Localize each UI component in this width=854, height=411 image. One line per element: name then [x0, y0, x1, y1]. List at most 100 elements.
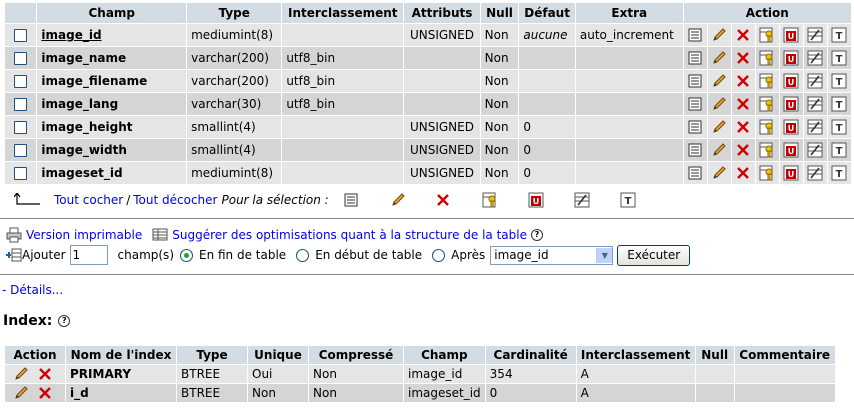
fulltext-icon[interactable]: T	[831, 50, 847, 66]
drop-action[interactable]	[731, 139, 755, 161]
index-action[interactable]	[803, 24, 827, 46]
unique-icon[interactable]: U	[783, 96, 799, 112]
edit-icon[interactable]	[711, 73, 727, 89]
primary-key-action[interactable]	[755, 24, 779, 46]
fulltext-icon[interactable]: T	[831, 142, 847, 158]
index-icon[interactable]	[807, 96, 823, 112]
fulltext-icon[interactable]: T	[831, 119, 847, 135]
edit-icon[interactable]	[711, 50, 727, 66]
bulk-unique-icon[interactable]: U	[528, 192, 544, 208]
index-action[interactable]	[803, 139, 827, 161]
primary-key-icon[interactable]	[759, 96, 775, 112]
drop-action[interactable]	[731, 24, 755, 46]
print-view-link[interactable]: Version imprimable	[26, 228, 142, 242]
primary-key-action[interactable]	[755, 116, 779, 138]
drop-icon[interactable]	[37, 366, 53, 382]
row-checkbox[interactable]	[14, 98, 28, 111]
fulltext-action[interactable]: T	[827, 24, 851, 46]
index-action[interactable]	[803, 116, 827, 138]
browse-action[interactable]	[683, 162, 707, 184]
drop-action[interactable]	[731, 47, 755, 69]
row-checkbox-cell[interactable]	[5, 24, 37, 46]
fulltext-icon[interactable]: T	[831, 73, 847, 89]
index-icon[interactable]	[807, 142, 823, 158]
edit-action[interactable]	[707, 116, 731, 138]
at-beginning-label[interactable]: En début de table	[315, 248, 422, 262]
propose-structure-link[interactable]: Suggérer des optimisations quant à la st…	[172, 228, 527, 242]
index-icon[interactable]	[807, 165, 823, 181]
primary-key-icon[interactable]	[759, 119, 775, 135]
after-radio[interactable]	[432, 248, 446, 262]
index-action[interactable]	[803, 47, 827, 69]
index-action[interactable]	[803, 93, 827, 115]
unique-icon[interactable]: U	[783, 73, 799, 89]
bulk-drop-icon[interactable]	[435, 192, 451, 208]
fulltext-action[interactable]: T	[827, 139, 851, 161]
fulltext-action[interactable]: T	[827, 47, 851, 69]
edit-action[interactable]	[707, 93, 731, 115]
at-beginning-radio[interactable]	[296, 248, 310, 262]
execute-button[interactable]: Exécuter	[617, 244, 691, 266]
unique-action[interactable]: U	[779, 116, 803, 138]
browse-icon[interactable]	[687, 96, 703, 112]
fulltext-action[interactable]: T	[827, 70, 851, 92]
edit-icon[interactable]	[711, 165, 727, 181]
edit-icon[interactable]	[711, 119, 727, 135]
fulltext-action[interactable]: T	[827, 93, 851, 115]
unique-icon[interactable]: U	[783, 142, 799, 158]
edit-action[interactable]	[707, 24, 731, 46]
drop-icon[interactable]	[37, 385, 53, 401]
chevron-down-icon[interactable]: ▼	[596, 247, 613, 263]
drop-action[interactable]	[731, 93, 755, 115]
fulltext-icon[interactable]: T	[831, 96, 847, 112]
bulk-primary-key-icon[interactable]	[482, 192, 498, 208]
unique-icon[interactable]: U	[783, 165, 799, 181]
row-checkbox[interactable]	[14, 29, 28, 42]
row-checkbox[interactable]	[14, 144, 28, 157]
unique-action[interactable]: U	[779, 24, 803, 46]
drop-icon[interactable]	[735, 165, 751, 181]
index-action[interactable]	[803, 162, 827, 184]
index-icon[interactable]	[807, 27, 823, 43]
row-checkbox[interactable]	[14, 121, 28, 134]
fulltext-action[interactable]: T	[827, 162, 851, 184]
unique-action[interactable]: U	[779, 162, 803, 184]
header-champ[interactable]: Champ	[37, 3, 187, 23]
browse-icon[interactable]	[687, 50, 703, 66]
at-end-radio[interactable]	[180, 248, 193, 262]
edit-action[interactable]	[707, 139, 731, 161]
unique-action[interactable]: U	[779, 93, 803, 115]
browse-icon[interactable]	[687, 27, 703, 43]
drop-action[interactable]	[731, 70, 755, 92]
row-checkbox[interactable]	[14, 75, 28, 88]
primary-key-action[interactable]	[755, 93, 779, 115]
after-field-select[interactable]: image_id ▼	[490, 245, 614, 265]
row-checkbox[interactable]	[14, 52, 28, 65]
field-count-input[interactable]	[69, 245, 108, 265]
primary-key-icon[interactable]	[759, 73, 775, 89]
browse-icon[interactable]	[687, 119, 703, 135]
bulk-fulltext-icon[interactable]: T	[620, 192, 636, 208]
fulltext-action[interactable]: T	[827, 116, 851, 138]
drop-action[interactable]	[731, 116, 755, 138]
primary-key-icon[interactable]	[759, 142, 775, 158]
edit-icon[interactable]	[13, 385, 29, 401]
help-icon[interactable]: ?	[58, 315, 71, 327]
primary-key-icon[interactable]	[759, 50, 775, 66]
row-checkbox-cell[interactable]	[5, 93, 37, 115]
browse-action[interactable]	[683, 70, 707, 92]
edit-icon[interactable]	[711, 142, 727, 158]
browse-action[interactable]	[683, 47, 707, 69]
drop-icon[interactable]	[735, 27, 751, 43]
drop-icon[interactable]	[735, 119, 751, 135]
drop-icon[interactable]	[735, 50, 751, 66]
unique-icon[interactable]: U	[783, 50, 799, 66]
printer-icon[interactable]	[6, 227, 22, 243]
primary-key-action[interactable]	[755, 47, 779, 69]
unique-action[interactable]: U	[779, 139, 803, 161]
bulk-edit-icon[interactable]	[390, 192, 406, 208]
row-checkbox-cell[interactable]	[5, 70, 37, 92]
fulltext-icon[interactable]: T	[831, 27, 847, 43]
row-checkbox-cell[interactable]	[5, 116, 37, 138]
details-link[interactable]: - Détails...	[2, 283, 63, 297]
